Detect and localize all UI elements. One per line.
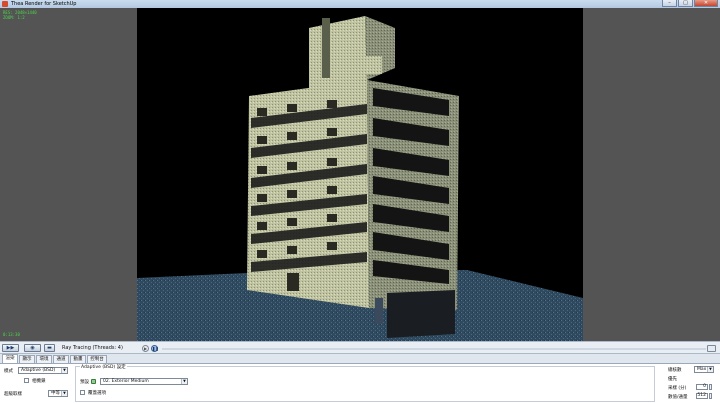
preset-icon[interactable] xyxy=(91,379,96,384)
progress-end-button[interactable] xyxy=(707,345,716,352)
preset-label: 預設 xyxy=(80,380,89,385)
preset-select-value: 02. Exterior Medium xyxy=(103,379,149,384)
chevron-down-icon: ▼ xyxy=(61,391,67,396)
quality-select[interactable]: 中等 ▼ xyxy=(48,390,68,397)
start-render-button[interactable]: ▶▶ xyxy=(2,344,19,352)
osd-zoom: ZOOM: 1:2 xyxy=(3,15,25,20)
save-image-button[interactable]: ▬ xyxy=(44,344,55,352)
tab-render[interactable]: 渲染 xyxy=(2,354,18,363)
quality-select-value: 中等 xyxy=(51,391,60,396)
chevron-down-icon: ▼ xyxy=(181,379,187,384)
cores-select-value: Max xyxy=(697,367,707,372)
override-label: 覆蓋選項 xyxy=(88,391,106,396)
adaptive-settings-group: Adaptive (BSD) 設定 預設 02. Exterior Medium… xyxy=(75,364,655,402)
play-icon[interactable]: ▶ xyxy=(142,345,149,352)
mode-select[interactable]: Adaptive (BSD) ▼ xyxy=(18,367,68,374)
passes-label: 數值/通量 xyxy=(668,395,688,400)
title-bar: Thea Render for SketchUp – □ ✕ xyxy=(0,0,720,8)
window-title: Thea Render for SketchUp xyxy=(11,1,77,7)
tab-environment[interactable]: 環境 xyxy=(36,355,52,363)
render-viewport: RES: 2048×1440 ZOOM: 1:2 0:13:30 xyxy=(0,8,720,341)
camera-lock-label: 相機鎖 xyxy=(32,379,46,384)
camera-button[interactable]: ◉ xyxy=(24,344,41,352)
building-render xyxy=(137,16,583,341)
quality-label: 超級取樣 xyxy=(4,392,22,397)
preset-select[interactable]: 02. Exterior Medium ▼ xyxy=(100,378,188,385)
cores-select[interactable]: Max ▼ xyxy=(694,366,714,373)
samples-label: 采樣 (分) xyxy=(668,386,687,391)
samples-input[interactable]: 0 xyxy=(696,384,708,390)
mode-label: 模式 xyxy=(4,369,13,374)
pause-icon[interactable]: ❚❚ xyxy=(151,345,159,352)
render-progress-bar xyxy=(162,348,706,350)
adaptive-group-title: Adaptive (BSD) 設定 xyxy=(80,364,127,370)
chevron-down-icon: ▼ xyxy=(707,367,713,372)
passes-input[interactable]: 512 xyxy=(696,393,708,399)
tab-display[interactable]: 顯示 xyxy=(19,355,35,363)
render-settings-panel: 模式 Adaptive (BSD) ▼ 相機鎖 超級取樣 中等 ▼ Adapti… xyxy=(0,363,720,403)
minimize-button[interactable]: – xyxy=(662,0,677,7)
mode-select-value: Adaptive (BSD) xyxy=(21,368,56,373)
render-toolbar: ▶▶ ◉ ▬ Ray Tracing (Threads: 4) ▶ ❚❚ xyxy=(0,341,720,354)
tab-channels[interactable]: 通道 xyxy=(53,355,69,363)
render-status: Ray Tracing (Threads: 4) xyxy=(62,345,123,351)
chevron-down-icon: ▼ xyxy=(61,368,67,373)
close-button[interactable]: ✕ xyxy=(694,0,718,7)
camera-lock-checkbox[interactable] xyxy=(24,378,29,383)
osd-time: 0:13:30 xyxy=(3,332,20,337)
tab-animation[interactable]: 動畫 xyxy=(70,355,86,363)
tab-console[interactable]: 控制台 xyxy=(87,355,107,363)
override-checkbox[interactable] xyxy=(80,390,85,395)
cores-label: 總核數 xyxy=(668,368,682,373)
settings-tabs: 渲染 顯示 環境 通道 動畫 控制台 xyxy=(0,354,720,363)
render-image[interactable] xyxy=(137,8,583,341)
samples-stepper[interactable] xyxy=(709,384,712,390)
window-controls: – □ ✕ xyxy=(661,0,718,8)
passes-stepper[interactable] xyxy=(709,393,712,399)
maximize-button[interactable]: □ xyxy=(678,0,693,7)
priority-label: 優先 xyxy=(668,377,677,382)
app-icon xyxy=(2,1,8,7)
